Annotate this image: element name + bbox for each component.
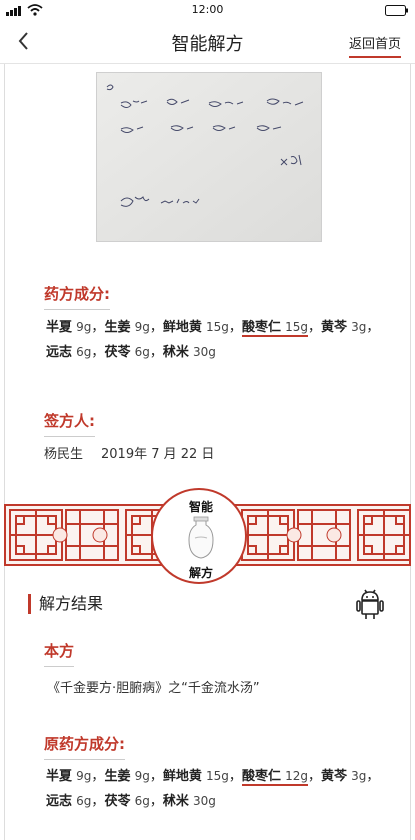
herb-item: 生姜 9g [104, 769, 149, 784]
herb-separator: ， [307, 769, 321, 784]
herb-name: 半夏 [46, 769, 73, 784]
herb-dose: 12g [285, 769, 308, 783]
herb-dose: 15g [285, 320, 308, 334]
herb-separator: ， [149, 794, 163, 809]
herb-name: 半夏 [46, 320, 73, 335]
herb-item: 鲜地黄 15g [163, 769, 229, 784]
signer-title: 签方人: [44, 410, 95, 437]
herb-name: 茯苓 [104, 345, 131, 360]
handwritten-prescription-image [97, 73, 321, 241]
herb-dose: 30g [193, 794, 216, 808]
herb-dose: 9g [76, 320, 92, 334]
battery-icon [385, 5, 408, 16]
original-composition-title: 原药方成分: [44, 733, 125, 760]
herb-name: 远志 [46, 794, 73, 809]
status-bar: 12:00 [0, 0, 415, 20]
prescription-photo[interactable] [96, 72, 322, 242]
herb-separator: ， [366, 320, 380, 335]
herb-dose: 6g [134, 345, 150, 359]
herb-dose: 6g [134, 794, 150, 808]
herb-dose: 3g [351, 769, 367, 783]
herb-item: 茯苓 6g [104, 794, 149, 809]
source-text: 《千金要方·胆腑病》之“千金流水汤” [47, 681, 260, 696]
herb-item: 酸枣仁 15g [241, 320, 308, 337]
herb-separator: ， [149, 345, 163, 360]
herb-name: 鲜地黄 [162, 769, 202, 784]
herb-dose: 9g [76, 769, 92, 783]
herb-name: 酸枣仁 [241, 769, 281, 784]
herb-item: 半夏 9g [46, 769, 91, 784]
signer-date: 2019年 7 月 22 日 [101, 447, 215, 462]
signer-name: 杨民生 [44, 447, 84, 462]
herb-dose: 9g [134, 769, 150, 783]
nav-bar: 智能解方 返回首页 [0, 20, 415, 64]
herb-separator: ， [149, 320, 163, 335]
herb-separator: ， [91, 320, 105, 335]
composition-title: 药方成分: [44, 283, 110, 310]
herb-separator: ， [91, 769, 105, 784]
herb-separator: ， [228, 320, 242, 335]
herb-item: 秫米 30g [163, 345, 216, 360]
herb-item: 秫米 30g [163, 794, 216, 809]
herb-item: 茯苓 6g [104, 345, 149, 360]
herb-separator: ， [149, 769, 163, 784]
herb-item: 黄芩 3g [321, 769, 366, 784]
herb-name: 酸枣仁 [241, 320, 281, 335]
herb-name: 远志 [46, 345, 73, 360]
original-herb-list: 半夏 9g，生姜 9g，鲜地黄 15g，酸枣仁 12g，黄芩 3g， 远志 6g，… [46, 764, 391, 814]
result-title: 解方结果 [28, 594, 103, 614]
herb-dose: 15g [206, 769, 229, 783]
herb-name: 生姜 [104, 769, 131, 784]
herb-name: 秫米 [162, 794, 189, 809]
status-time: 12:00 [191, 3, 224, 16]
herb-name: 鲜地黄 [162, 320, 202, 335]
herb-dose: 3g [351, 320, 367, 334]
herb-name: 秫米 [162, 345, 189, 360]
source-title: 本方 [44, 640, 75, 667]
herb-jar-icon [188, 516, 214, 559]
herb-separator: ， [91, 345, 105, 360]
herb-item: 半夏 9g [46, 320, 91, 335]
herb-item: 黄芩 3g [321, 320, 366, 335]
herb-name: 茯苓 [104, 794, 131, 809]
herb-separator: ， [91, 794, 105, 809]
herb-item: 鲜地黄 15g [163, 320, 229, 335]
herb-separator: ， [366, 769, 380, 784]
herb-name: 黄芩 [321, 769, 348, 784]
herb-separator: ， [228, 769, 242, 784]
herb-item: 生姜 9g [104, 320, 149, 335]
herb-dose: 30g [193, 345, 216, 359]
herb-separator: ， [307, 320, 321, 335]
emblem-top-text: 智能 [188, 500, 213, 514]
android-icon[interactable] [355, 588, 385, 620]
herb-dose: 9g [134, 320, 150, 334]
herb-name: 生姜 [104, 320, 131, 335]
herb-name: 黄芩 [321, 320, 348, 335]
herb-dose: 6g [76, 345, 92, 359]
herb-item: 远志 6g [46, 345, 91, 360]
herb-item: 酸枣仁 12g [241, 769, 308, 786]
herb-dose: 6g [76, 794, 92, 808]
herb-item: 远志 6g [46, 794, 91, 809]
herb-dose: 15g [206, 320, 229, 334]
herb-list: 半夏 9g，生姜 9g，鲜地黄 15g，酸枣仁 15g，黄芩 3g， 远志 6g，… [46, 315, 391, 365]
back-home-button[interactable]: 返回首页 [348, 33, 401, 58]
